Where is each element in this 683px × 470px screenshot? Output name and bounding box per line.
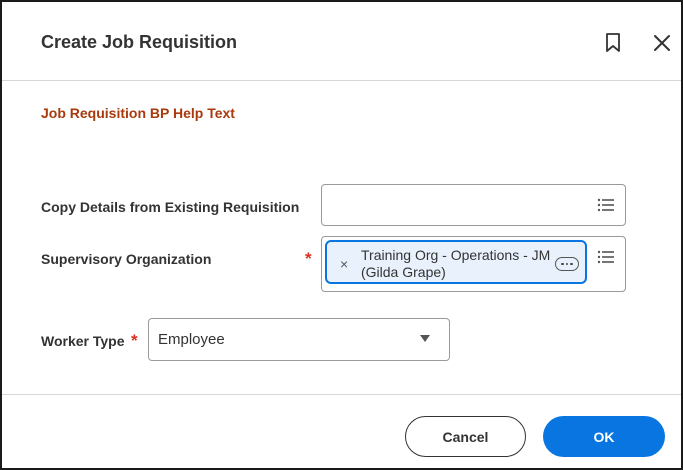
copy-details-input[interactable] [321, 184, 626, 226]
worker-type-label: Worker Type [41, 333, 125, 349]
selected-org-text: Training Org - Operations - JM (Gilda Gr… [361, 247, 551, 280]
list-icon[interactable] [597, 249, 615, 265]
list-icon[interactable] [597, 197, 615, 213]
dialog-title: Create Job Requisition [41, 32, 238, 52]
copy-details-label: Copy Details from Existing Requisition [41, 199, 300, 215]
worker-type-value: Employee [158, 331, 225, 348]
required-indicator: * [131, 331, 138, 350]
dialog-footer: Cancel OK [2, 394, 681, 469]
create-job-requisition-dialog: Create Job Requisition Job Requisition B… [0, 0, 683, 470]
caret-down-icon [420, 335, 430, 342]
ellipsis-icon[interactable] [555, 257, 579, 271]
ok-button[interactable]: OK [543, 416, 665, 457]
x-icon[interactable]: × [340, 256, 348, 272]
supervisory-org-input[interactable]: × Training Org - Operations - JM (Gilda … [321, 236, 626, 292]
close-icon[interactable] [651, 32, 673, 54]
cancel-button[interactable]: Cancel [405, 416, 526, 457]
required-indicator: * [305, 249, 312, 268]
supervisory-org-label: Supervisory Organization [41, 251, 212, 267]
bookmark-icon[interactable] [602, 32, 624, 54]
worker-type-select[interactable]: Employee [148, 318, 450, 361]
selected-org-pill[interactable]: × Training Org - Operations - JM (Gilda … [325, 240, 587, 284]
dialog-header: Create Job Requisition [2, 2, 681, 81]
help-text-link[interactable]: Job Requisition BP Help Text [41, 105, 235, 121]
